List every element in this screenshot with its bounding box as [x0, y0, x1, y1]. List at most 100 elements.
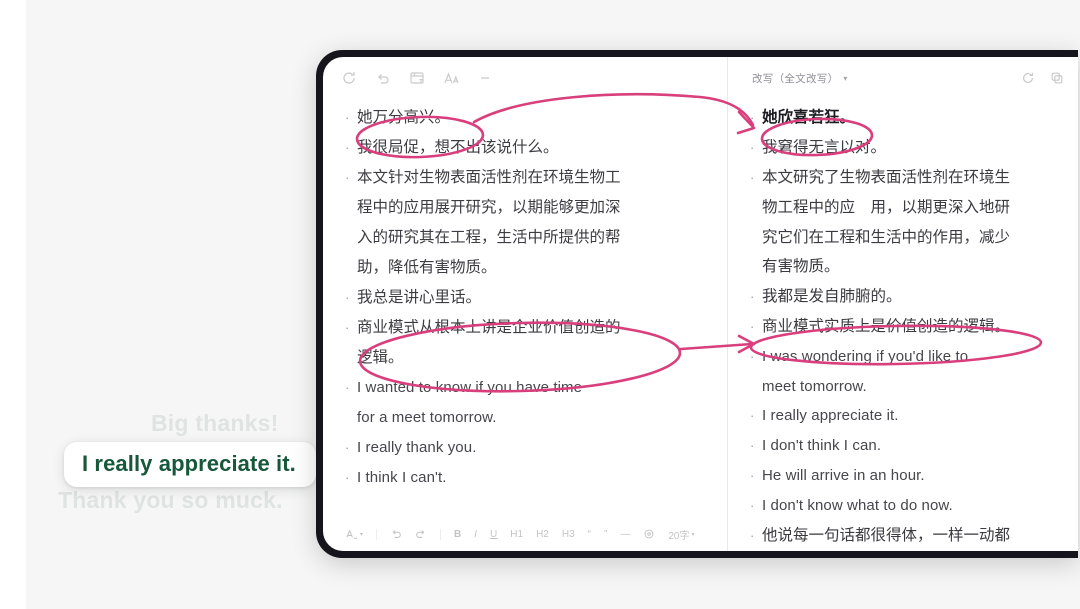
italic-button[interactable]: I	[474, 529, 477, 540]
document-line[interactable]: 究它们在工程和生活中的作用，减少	[750, 223, 1058, 253]
rewrite-line-list: · 她欣喜若狂。 · 我窘得无言以对。 · 本文研究了生物表面活性剂在环境生 物工程中的应 …	[728, 95, 1078, 551]
document-line[interactable]: · He will arrive in an hour.	[750, 461, 1058, 491]
document-line[interactable]: · I don't know what to do now.	[750, 491, 1058, 521]
line-text: 本文针对生物表面活性剂在环境生物工	[357, 169, 621, 186]
document-line[interactable]: · 我窘得无言以对。	[750, 133, 1058, 163]
document-line[interactable]: · 商业模式实质上是价值创造的逻辑。	[750, 312, 1058, 342]
line-bullet: ·	[750, 498, 755, 513]
document-line[interactable]: 物工程中的应 用，以期更深入地研	[750, 193, 1058, 223]
divider-button[interactable]: —	[620, 529, 630, 540]
source-line-list: · 她万分高兴。 · 我很局促，想不出该说什么。 · 本文针对生物表面活性剂在环境生物工程…	[323, 95, 727, 493]
heading3-button[interactable]: H3	[562, 529, 575, 540]
line-text: 她欣喜若狂。	[762, 109, 856, 126]
underline-button[interactable]: U	[490, 529, 497, 540]
redo-button[interactable]	[415, 528, 427, 540]
source-editor-pane: · 她万分高兴。 · 我很局促，想不出该说什么。 · 本文针对生物表面活性剂在环境生物工程…	[323, 57, 728, 551]
translate-icon[interactable]	[409, 70, 425, 86]
line-bullet: ·	[750, 438, 755, 453]
line-text: 她万分高兴。	[357, 109, 451, 126]
line-bullet: ·	[345, 470, 350, 485]
document-line[interactable]: · I don't think I can.	[750, 431, 1058, 461]
refresh-icon[interactable]	[341, 70, 357, 86]
heading1-button[interactable]: H1	[510, 529, 523, 540]
document-line[interactable]: · I wanted to know if you have time	[345, 373, 707, 403]
source-toolbar	[323, 57, 727, 95]
minus-icon[interactable]	[477, 70, 493, 86]
document-line[interactable]: · 他说每一句话都很得体，一样一动都	[750, 521, 1058, 551]
line-bullet: ·	[345, 170, 350, 185]
line-bullet: ·	[750, 468, 755, 483]
line-bullet: ·	[750, 408, 755, 423]
promo-ghost-top: Big thanks!	[151, 410, 279, 436]
document-line[interactable]: 逻辑。	[345, 343, 707, 373]
format-toolbar: ▾ B I U H1 H2 H3 “ ” — 20字 ▾	[323, 521, 727, 551]
line-bullet: ·	[750, 288, 755, 304]
undo-button[interactable]	[390, 528, 402, 540]
document-line[interactable]: · I really thank you.	[345, 433, 707, 463]
heading2-button[interactable]: H2	[536, 529, 549, 540]
word-count-select[interactable]: 20字 ▾	[668, 527, 694, 542]
rewrite-header: 改写（全文改写） ▾	[728, 57, 1078, 95]
tablet-device-frame: · 她万分高兴。 · 我很局促，想不出该说什么。 · 本文针对生物表面活性剂在环境生物工程…	[316, 50, 1078, 558]
line-text: He will arrive in an hour.	[762, 467, 925, 484]
document-line[interactable]: 程中的应用展开研究，以期能够更加深	[345, 193, 707, 223]
document-line[interactable]: · 我很局促，想不出该说什么。	[345, 133, 707, 163]
line-text: 程中的应用展开研究，以期能够更加深	[357, 199, 621, 216]
document-line[interactable]: · 我都是发自肺腑的。	[750, 282, 1058, 312]
line-text: I don't know what to do now.	[762, 497, 953, 514]
document-line[interactable]: 有害物质。	[750, 252, 1058, 282]
document-line[interactable]: for a meet tomorrow.	[345, 403, 707, 433]
document-line[interactable]: meet tomorrow.	[750, 372, 1058, 402]
font-size-icon[interactable]	[443, 70, 459, 86]
line-text: I don't think I can.	[762, 437, 882, 454]
line-text: 有害物质。	[762, 258, 840, 275]
line-text: 助，降低有害物质。	[357, 259, 497, 276]
line-text: 我都是发自肺腑的。	[762, 287, 902, 305]
rewrite-document[interactable]: · 她欣喜若狂。 · 我窘得无言以对。 · 本文研究了生物表面活性剂在环境生 物工程中的应 …	[728, 95, 1078, 551]
style-select[interactable]: ▾	[345, 528, 363, 541]
rewrite-mode-label[interactable]: 改写（全文改写）	[752, 71, 838, 86]
line-bullet: ·	[750, 528, 755, 543]
document-line[interactable]: · I think I can't.	[345, 463, 707, 493]
line-bullet: ·	[750, 170, 755, 185]
line-text: I wanted to know if you have time	[357, 379, 583, 396]
line-text: 本文研究了生物表面活性剂在环境生	[762, 169, 1011, 186]
toolbar-divider	[440, 528, 442, 540]
line-bullet: ·	[345, 440, 350, 455]
document-line[interactable]: · 本文针对生物表面活性剂在环境生物工	[345, 163, 707, 193]
document-line[interactable]: · 我总是讲心里话。	[345, 283, 707, 313]
quote-close-button[interactable]: ”	[604, 529, 607, 540]
rewrite-result-pane: 改写（全文改写） ▾ · 她欣喜若狂。 · 我窘得无言以对。 · 本文研究了生物…	[728, 57, 1078, 551]
line-text: meet tomorrow.	[762, 377, 867, 395]
copy-icon[interactable]	[1050, 71, 1064, 85]
bold-button[interactable]: B	[454, 529, 461, 540]
chevron-down-icon[interactable]: ▾	[843, 74, 847, 83]
line-bullet: ·	[750, 318, 755, 334]
document-line[interactable]: · 她欣喜若狂。	[750, 103, 1058, 133]
line-bullet: ·	[345, 140, 350, 155]
emoji-icon[interactable]	[643, 528, 655, 540]
document-line[interactable]: · I was wondering if you'd like to	[750, 342, 1058, 372]
quote-open-button[interactable]: “	[588, 529, 591, 540]
document-line[interactable]: · 商业模式从根本上讲是企业价值创造的	[345, 313, 707, 343]
document-line[interactable]: · 她万分高兴。	[345, 103, 707, 133]
line-bullet: ·	[345, 110, 350, 125]
line-text: 我总是讲心里话。	[357, 289, 482, 306]
refresh-icon[interactable]	[1021, 71, 1035, 85]
line-text: for a meet tomorrow.	[357, 409, 497, 426]
line-bullet: ·	[345, 290, 350, 305]
tablet-screen: · 她万分高兴。 · 我很局促，想不出该说什么。 · 本文针对生物表面活性剂在环境生物工程…	[323, 57, 1078, 551]
document-line[interactable]: · 本文研究了生物表面活性剂在环境生	[750, 163, 1058, 193]
line-text: I really thank you.	[357, 439, 477, 456]
line-text: 我很局促，想不出该说什么。	[357, 139, 559, 156]
line-text: 逻辑。	[357, 349, 404, 366]
line-text: I was wondering if you'd like to	[762, 347, 969, 365]
toolbar-divider	[376, 528, 378, 540]
word-count-label: 20字	[668, 530, 690, 542]
document-line[interactable]: 助，降低有害物质。	[345, 253, 707, 283]
document-line[interactable]: 入的研究其在工程，生活中所提供的帮	[345, 223, 707, 253]
undo-arrow-icon[interactable]	[375, 70, 391, 86]
document-line[interactable]: · I really appreciate it.	[750, 401, 1058, 431]
source-document[interactable]: · 她万分高兴。 · 我很局促，想不出该说什么。 · 本文针对生物表面活性剂在环境生物工程…	[323, 95, 727, 521]
promo-highlight-pill: I really appreciate it.	[64, 442, 316, 487]
